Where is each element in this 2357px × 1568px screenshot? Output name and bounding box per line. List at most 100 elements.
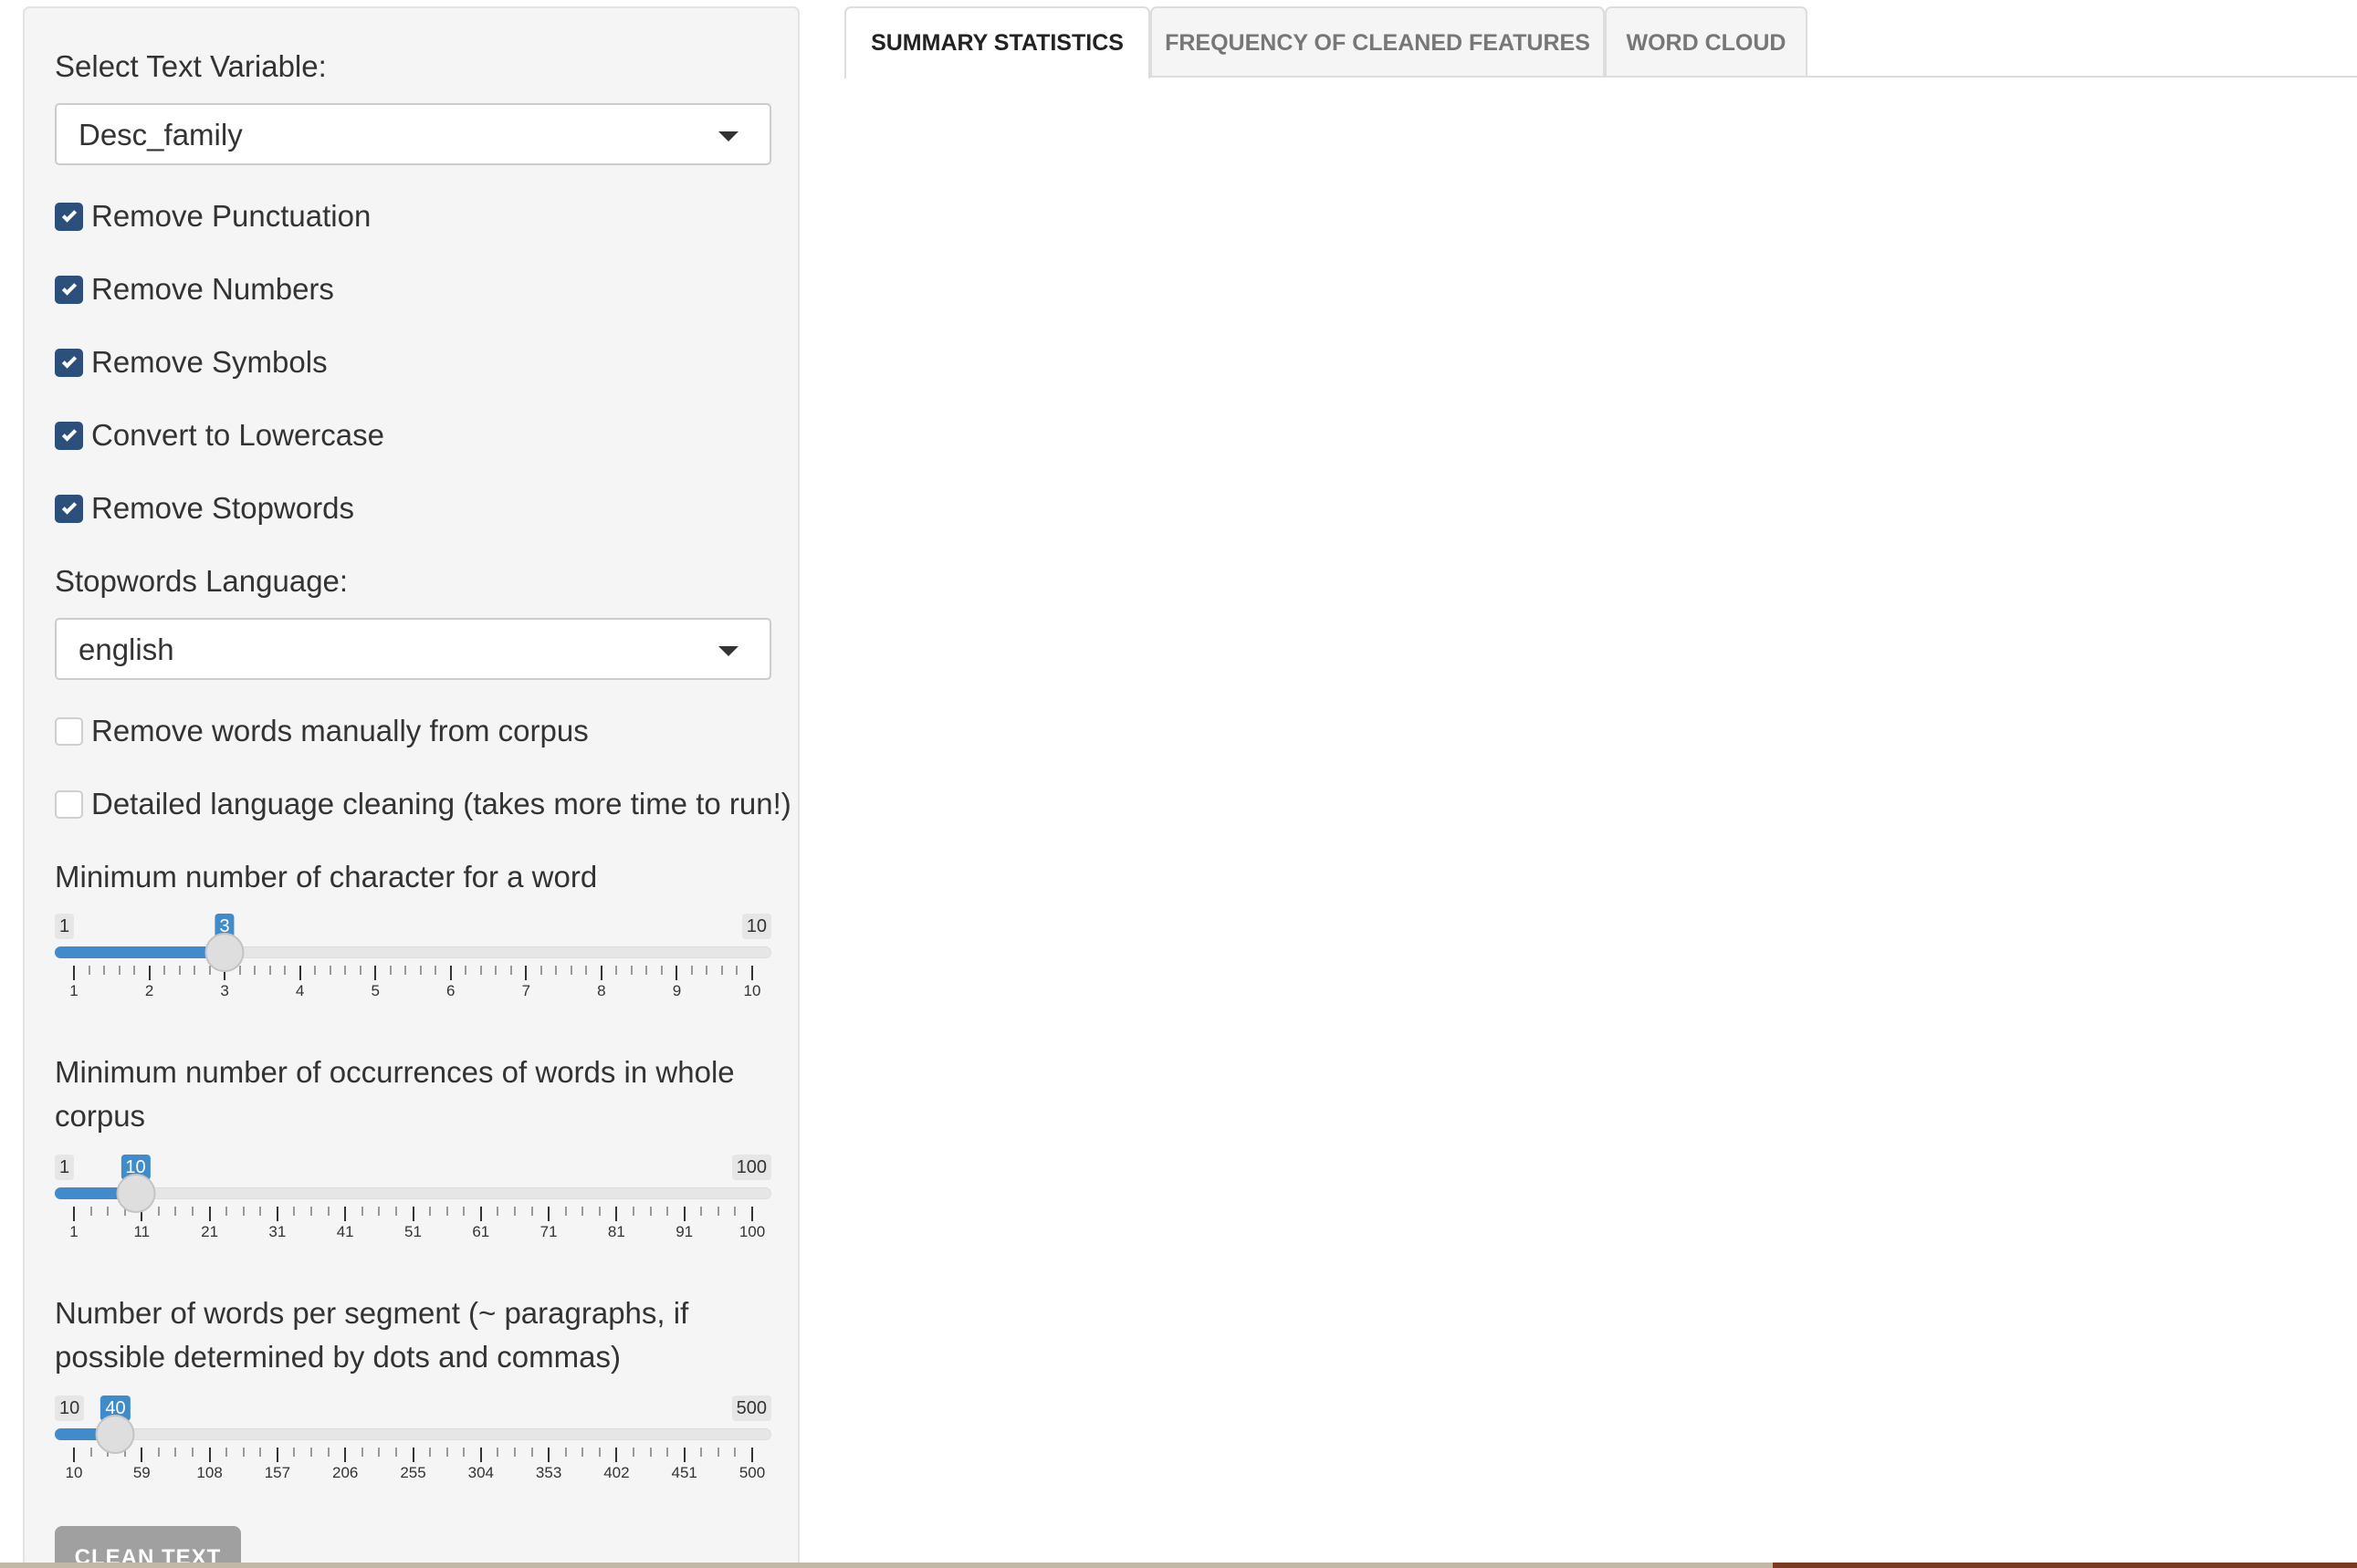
min-occurrence-label: Minimum number of occurrences of words i…: [55, 1055, 735, 1133]
tab-word-cloud[interactable]: WORD CLOUD: [1605, 6, 1807, 78]
slider-tick-label: 304: [467, 1464, 494, 1481]
tab-summary-statistics[interactable]: SUMMARY STATISTICS: [844, 6, 1150, 79]
remove-punctuation-checkbox[interactable]: Remove Punctuation: [55, 194, 371, 238]
slider-minor-tick: [419, 966, 422, 975]
slider-minor-tick: [445, 1448, 448, 1457]
slider-max-label: 10: [741, 914, 771, 939]
slider-minor-tick: [329, 966, 331, 975]
slider-tick: [449, 966, 452, 980]
checkbox-unchecked-icon[interactable]: [55, 716, 83, 746]
remove-stopwords-checkbox[interactable]: Remove Stopwords: [55, 486, 354, 530]
words-per-segment-label: Number of words per segment (~ paragraph…: [55, 1296, 689, 1374]
stopwords-language-select[interactable]: english: [55, 618, 771, 680]
slider-minor-tick: [513, 1448, 516, 1457]
slider-tick-label: 2: [144, 982, 154, 999]
chevron-down-icon: [718, 646, 739, 656]
slider-minor-tick: [598, 1448, 601, 1457]
words-per-segment-slider[interactable]: 10 500 40 10 59 108 157 206 255 304 353 402 451 500: [55, 1396, 778, 1505]
slider-tick: [344, 1207, 347, 1221]
checkbox-label: Remove Stopwords: [91, 491, 354, 525]
slider-tick: [615, 1448, 618, 1462]
checkbox-label: Remove Punctuation: [91, 199, 372, 233]
slider-minor-tick: [564, 1207, 567, 1216]
slider-minor-tick: [530, 1448, 533, 1457]
checkbox-label: Remove words manually from corpus: [91, 714, 589, 747]
slider-tick-label: 8: [597, 982, 606, 999]
slider-tick: [615, 1207, 618, 1221]
tab-frequency-cleaned-features[interactable]: FREQUENCY OF CLEANED FEATURES: [1150, 6, 1605, 78]
slider-minor-tick: [649, 1448, 652, 1457]
manual-remove-checkbox[interactable]: Remove words manually from corpus: [55, 709, 589, 753]
slider-minor-tick: [465, 966, 467, 975]
slider-tick: [412, 1448, 414, 1462]
checkbox-checked-icon[interactable]: [55, 421, 83, 450]
slider-tick-label: 206: [332, 1464, 359, 1481]
slider-tick: [479, 1207, 482, 1221]
remove-numbers-checkbox[interactable]: Remove Numbers: [55, 267, 334, 311]
slider-tick-label: 3: [220, 982, 229, 999]
slider-minor-tick: [378, 1448, 381, 1457]
detailed-cleaning-checkbox[interactable]: Detailed language cleaning (takes more t…: [55, 782, 791, 826]
slider-minor-tick: [107, 1207, 110, 1216]
slider-tick: [751, 1448, 753, 1462]
slider-minor-tick: [327, 1207, 330, 1216]
min-occurrence-slider[interactable]: 1 100 10 1 11 21 31 41 51 61 71 81 91 100: [55, 1155, 778, 1264]
window-bottom-edge: [0, 1563, 2357, 1568]
slider-minor-tick: [564, 1448, 567, 1457]
slider-minor-tick: [163, 966, 166, 975]
slider-minor-tick: [479, 966, 482, 975]
slider-tick-label: 10: [65, 1464, 83, 1481]
slider-minor-tick: [666, 1448, 669, 1457]
slider-minor-tick: [530, 1207, 533, 1216]
slider-track[interactable]: [55, 1428, 771, 1440]
slider-minor-tick: [327, 1448, 330, 1457]
slider-minor-tick: [666, 1207, 669, 1216]
slider-handle[interactable]: [204, 933, 245, 972]
slider-handle[interactable]: [116, 1174, 156, 1213]
slider-tick: [600, 966, 602, 980]
slider-minor-tick: [174, 1448, 177, 1457]
checkbox-checked-icon[interactable]: [55, 494, 83, 523]
slider-minor-tick: [649, 1207, 652, 1216]
checkbox-label: Detailed language cleaning (takes more t…: [91, 787, 791, 821]
stopwords-language-label: Stopwords Language:: [55, 564, 349, 598]
checkbox-checked-icon[interactable]: [55, 202, 83, 231]
slider-minor-tick: [581, 1207, 584, 1216]
slider-tick-label: 61: [472, 1223, 490, 1240]
slider-minor-tick: [225, 1207, 228, 1216]
slider-minor-tick: [700, 1448, 703, 1457]
text-variable-select[interactable]: Desc_family: [55, 103, 771, 165]
slider-min-label: 10: [55, 1396, 85, 1421]
slider-minor-tick: [157, 1207, 160, 1216]
slider-tick-label: 100: [739, 1223, 766, 1240]
slider-tick-label: 353: [535, 1464, 562, 1481]
slider-minor-tick: [632, 1207, 634, 1216]
slider-minor-tick: [700, 1207, 703, 1216]
checkbox-unchecked-icon[interactable]: [55, 789, 83, 819]
slider-minor-tick: [225, 1448, 228, 1457]
slider-tick: [141, 1448, 143, 1462]
slider-tick-label: 500: [739, 1464, 766, 1481]
slider-minor-tick: [463, 1207, 466, 1216]
slider-minor-tick: [89, 1207, 92, 1216]
checkbox-checked-icon[interactable]: [55, 348, 83, 377]
remove-symbols-checkbox[interactable]: Remove Symbols: [55, 340, 328, 384]
slider-tick-label: 91: [676, 1223, 694, 1240]
slider-tick-label: 59: [132, 1464, 151, 1481]
checkbox-label: Convert to Lowercase: [91, 418, 384, 452]
min-char-slider[interactable]: 1 10 3 1 2 3 4 5 6 7 8 9 10: [55, 914, 778, 1023]
slider-handle[interactable]: [95, 1415, 135, 1454]
slider-tick-label: 9: [672, 982, 682, 999]
slider-minor-tick: [734, 1448, 737, 1457]
slider-minor-tick: [404, 966, 407, 975]
slider-minor-tick: [284, 966, 287, 975]
slider-tick: [276, 1207, 278, 1221]
text-variable-label: Select Text Variable:: [55, 49, 327, 83]
slider-track[interactable]: [55, 1187, 771, 1199]
checkbox-checked-icon[interactable]: [55, 275, 83, 304]
slider-minor-tick: [268, 966, 271, 975]
slider-minor-tick: [361, 1207, 363, 1216]
slider-minor-tick: [194, 966, 196, 975]
slider-minor-tick: [630, 966, 633, 975]
convert-lowercase-checkbox[interactable]: Convert to Lowercase: [55, 413, 384, 457]
